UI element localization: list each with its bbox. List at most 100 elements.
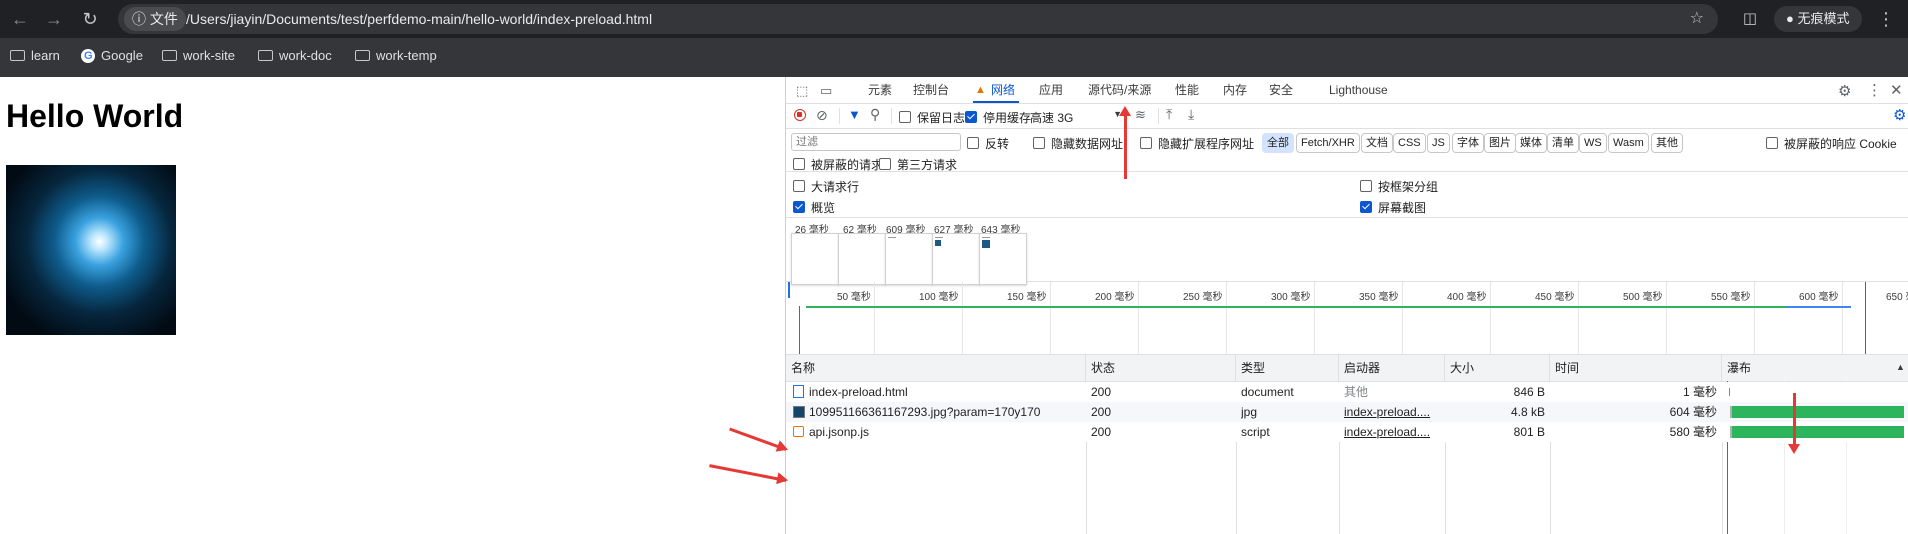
screenshot-frame[interactable] (838, 233, 886, 285)
disable-cache-checkbox[interactable]: 停用缓存 (965, 109, 1031, 126)
timeline-tick: 400 毫秒 (1447, 292, 1487, 303)
side-panel-icon[interactable]: ◫ (1738, 7, 1762, 31)
bookmark-work-temp[interactable]: work-temp (355, 48, 437, 63)
tab-application[interactable]: 应用 (1039, 77, 1063, 103)
type-filter-js[interactable]: JS (1427, 133, 1450, 153)
bookmark-work-site[interactable]: work-site (162, 48, 235, 63)
column-header-size[interactable]: 大小 (1445, 355, 1550, 381)
timeline-tick: 500 毫秒 (1623, 292, 1663, 303)
invert-checkbox[interactable]: 反转 (967, 135, 1009, 152)
type-filter-manifest[interactable]: 清单 (1547, 133, 1579, 153)
type-filter-ws[interactable]: WS (1579, 133, 1607, 153)
tab-sources[interactable]: 源代码/来源 (1088, 77, 1151, 103)
screenshot-frame[interactable] (791, 233, 839, 285)
filter-icon[interactable]: ▼ (848, 107, 861, 122)
type-filter-all[interactable]: 全部 (1262, 133, 1294, 153)
checkbox-unchecked (793, 180, 805, 192)
hide-data-urls-checkbox[interactable]: 隐藏数据网址 (1033, 135, 1123, 152)
bookmark-google[interactable]: Google (81, 48, 143, 63)
column-header-type[interactable]: 类型 (1236, 355, 1339, 381)
timeline-tick: 600 毫秒 (1799, 292, 1839, 303)
throttling-select[interactable]: 高速 3G ▼ (1030, 109, 1122, 126)
tab-performance[interactable]: 性能 (1175, 77, 1199, 103)
annotation-arrow-script-row (709, 464, 787, 482)
timeline-tick: 300 毫秒 (1271, 292, 1311, 303)
blocked-requests-label: 被屏蔽的请求 (811, 158, 884, 172)
forward-icon[interactable]: → (42, 7, 66, 31)
blocked-requests-checkbox[interactable]: 被屏蔽的请求 (793, 156, 883, 173)
request-initiator[interactable]: index-preload.... (1344, 402, 1440, 422)
type-filter-doc[interactable]: 文档 (1361, 133, 1393, 153)
folder-icon (10, 50, 25, 61)
bookmark-label: work-site (183, 48, 236, 63)
export-har-icon[interactable]: ⤓ (1188, 106, 1194, 123)
inspect-element-icon[interactable]: ⬚ (796, 83, 808, 99)
bookmark-star-icon[interactable]: ☆ (1690, 4, 1704, 34)
bookmark-work-doc[interactable]: work-doc (258, 48, 332, 63)
type-filter-media[interactable]: 媒体 (1515, 133, 1547, 153)
site-info-chip[interactable]: ⓘ 文件 (124, 7, 186, 31)
bookmark-learn[interactable]: learn (10, 48, 60, 63)
filter-input[interactable] (791, 133, 961, 151)
record-stop-icon[interactable] (794, 109, 806, 121)
checkbox-unchecked (967, 137, 979, 149)
screenshot-frame[interactable] (885, 233, 933, 285)
tab-security[interactable]: 安全 (1269, 77, 1293, 103)
blocked-cookies-checkbox[interactable]: 被屏蔽的响应 Cookie (1766, 135, 1897, 152)
large-rows-label: 大请求行 (811, 180, 860, 194)
info-icon: ⓘ (132, 11, 146, 27)
clear-icon[interactable]: ⊘ (816, 107, 828, 124)
import-har-icon[interactable]: ⤒ (1166, 106, 1172, 123)
more-options-icon[interactable]: ⋮ (1867, 81, 1882, 99)
column-header-initiator[interactable]: 启动器 (1339, 355, 1445, 381)
tab-memory[interactable]: 内存 (1223, 77, 1247, 103)
settings-gear-icon[interactable]: ⚙ (1838, 82, 1851, 100)
type-filter-wasm[interactable]: Wasm (1608, 133, 1649, 153)
table-row[interactable]: api.jsonp.js 200 script index-preload...… (786, 422, 1908, 442)
request-status: 200 (1091, 385, 1112, 399)
preserve-log-checkbox[interactable]: 保留日志 (899, 109, 965, 126)
network-settings-icon[interactable]: ⚙ (1893, 106, 1906, 124)
search-icon[interactable]: ⚲ (870, 106, 880, 123)
timeline-tick: 100 毫秒 (919, 292, 959, 303)
incognito-badge[interactable]: ● 无痕模式 (1774, 6, 1862, 32)
close-devtools-icon[interactable]: ✕ (1890, 81, 1903, 99)
large-rows-checkbox[interactable]: 大请求行 (793, 178, 859, 195)
overview-left-handle[interactable] (788, 282, 790, 298)
table-row[interactable]: 109951166361167293.jpg?param=170y170 200… (786, 402, 1908, 422)
column-header-waterfall[interactable]: 瀑布 (1722, 355, 1908, 381)
url-text[interactable]: /Users/jiayin/Documents/test/perfdemo-ma… (186, 4, 652, 34)
tab-elements[interactable]: 元素 (868, 77, 892, 103)
hide-extension-urls-checkbox[interactable]: 隐藏扩展程序网址 (1140, 135, 1254, 152)
script-icon (793, 422, 805, 442)
network-conditions-icon[interactable]: ≋ (1135, 107, 1146, 123)
column-header-time[interactable]: 时间 (1550, 355, 1722, 381)
request-initiator[interactable]: index-preload.... (1344, 422, 1440, 442)
overview-timeline[interactable]: 50 毫秒 100 毫秒 150 毫秒 200 毫秒 250 毫秒 300 毫秒… (786, 282, 1908, 355)
type-filter-img[interactable]: 图片 (1484, 133, 1516, 153)
third-party-checkbox[interactable]: 第三方请求 (879, 156, 957, 173)
menu-icon[interactable]: ⋮ (1874, 7, 1898, 31)
table-row[interactable]: index-preload.html 200 document 其他 846 B… (786, 382, 1908, 402)
type-filter-css[interactable]: CSS (1393, 133, 1426, 153)
reload-icon[interactable]: ↻ (78, 7, 102, 31)
screenshots-label: 屏幕截图 (1378, 201, 1427, 215)
screenshot-frame[interactable] (932, 233, 980, 285)
tab-console[interactable]: 控制台 (913, 77, 949, 103)
overview-checkbox[interactable]: 概览 (793, 199, 835, 216)
request-type: document (1241, 385, 1294, 399)
back-icon[interactable]: ← (8, 7, 32, 31)
column-header-status[interactable]: 状态 (1086, 355, 1236, 381)
type-filter-fetch-xhr[interactable]: Fetch/XHR (1296, 133, 1360, 153)
type-filter-font[interactable]: 字体 (1452, 133, 1484, 153)
tab-network[interactable]: ▲ 网络 (972, 77, 1020, 103)
overview-label: 概览 (811, 201, 836, 215)
address-bar[interactable]: ⓘ 文件 /Users/jiayin/Documents/test/perfde… (118, 4, 1718, 34)
group-by-frame-checkbox[interactable]: 按框架分组 (1360, 178, 1438, 195)
tab-lighthouse[interactable]: Lighthouse (1329, 77, 1388, 103)
type-filter-other[interactable]: 其他 (1651, 133, 1683, 153)
column-header-name[interactable]: 名称 (786, 355, 1086, 381)
screenshots-checkbox[interactable]: 屏幕截图 (1360, 199, 1426, 216)
screenshot-frame[interactable] (979, 233, 1027, 285)
device-toolbar-icon[interactable]: ▭ (820, 83, 832, 99)
